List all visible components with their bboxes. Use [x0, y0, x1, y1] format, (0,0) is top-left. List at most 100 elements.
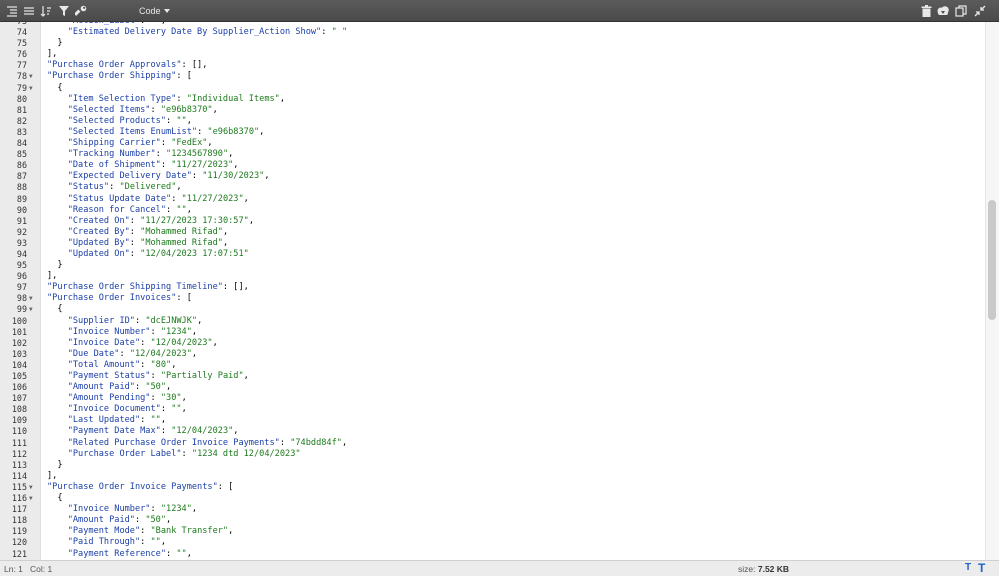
code-editor[interactable]: 73 "Action_Label": "",74 "Estimated Deli… — [0, 22, 985, 560]
cursor-line: Ln: 1 — [4, 564, 23, 574]
line-code: "Amount Paid": "50", — [67, 382, 172, 393]
line-number: 100 — [11, 315, 27, 326]
code-line[interactable]: 104 "Total Amount": "80", — [0, 360, 985, 371]
code-line[interactable]: 84 "Shipping Carrier": "FedEx", — [0, 138, 985, 149]
line-code: "Selected Items": "e96b8370", — [67, 104, 218, 115]
code-line[interactable]: 109 "Last Updated": "", — [0, 415, 985, 426]
line-number: 74 — [16, 27, 27, 38]
code-line[interactable]: 95 } — [0, 260, 985, 271]
code-line[interactable]: 93 "Updated By": "Mohammed Rifad", — [0, 238, 985, 249]
cloud-download-icon[interactable] — [935, 3, 951, 19]
code-line[interactable]: 90 "Reason for Cancel": "", — [0, 205, 985, 216]
code-line[interactable]: 98 ▼ "Purchase Order Invoices": [ — [0, 293, 985, 304]
format-icon[interactable] — [4, 3, 20, 19]
line-number: 79 — [16, 82, 27, 93]
line-code: "Created By": "Mohammed Rifad", — [67, 226, 229, 237]
fold-toggle-icon[interactable]: ▼ — [29, 293, 33, 304]
fold-toggle-icon[interactable]: ▼ — [29, 83, 33, 94]
code-line[interactable]: 79 ▼ { — [0, 83, 985, 94]
line-number: 110 — [11, 426, 27, 437]
line-number: 98 — [16, 293, 27, 304]
line-number: 81 — [16, 104, 27, 115]
code-line[interactable]: 115 ▼ "Purchase Order Invoice Payments": [ — [0, 482, 985, 493]
code-line[interactable]: 108 "Invoice Document": "", — [0, 404, 985, 415]
code-line[interactable]: 94 "Updated On": "12/04/2023 17:07:51" — [0, 249, 985, 260]
vertical-scrollbar[interactable] — [985, 22, 999, 560]
copy-icon[interactable] — [953, 3, 969, 19]
line-number: 90 — [16, 204, 27, 215]
code-line[interactable]: 113 } — [0, 460, 985, 471]
line-number: 96 — [16, 271, 27, 282]
line-number: 108 — [11, 404, 27, 415]
code-line[interactable]: 111 "Related Purchase Order Invoice Paym… — [0, 438, 985, 449]
line-number: 83 — [16, 126, 27, 137]
fold-toggle-icon[interactable]: ▼ — [29, 482, 33, 493]
code-line[interactable]: 119 "Payment Mode": "Bank Transfer", — [0, 526, 985, 537]
code-line[interactable]: 88 "Status": "Delivered", — [0, 182, 985, 193]
line-code: "Updated By": "Mohammed Rifad", — [67, 237, 229, 248]
mode-selector[interactable]: Code — [133, 3, 176, 19]
sort-icon[interactable] — [38, 3, 54, 19]
line-number: 97 — [16, 282, 27, 293]
repair-icon[interactable] — [73, 3, 89, 19]
code-line[interactable]: 86 "Date of Shipment": "11/27/2023", — [0, 160, 985, 171]
code-line[interactable]: 107 "Amount Pending": "30", — [0, 393, 985, 404]
code-line[interactable]: 81 "Selected Items": "e96b8370", — [0, 105, 985, 116]
code-line[interactable]: 85 "Tracking Number": "1234567890", — [0, 149, 985, 160]
filter-icon[interactable] — [56, 3, 72, 19]
code-line[interactable]: 96], — [0, 271, 985, 282]
line-number: 94 — [16, 248, 27, 259]
code-line[interactable]: 118 "Amount Paid": "50", — [0, 515, 985, 526]
code-line[interactable]: 116 ▼ { — [0, 493, 985, 504]
code-line[interactable]: 114], — [0, 471, 985, 482]
code-line[interactable]: 87 "Expected Delivery Date": "11/30/2023… — [0, 171, 985, 182]
chevron-down-icon — [163, 9, 170, 13]
code-line[interactable]: 77 "Purchase Order Approvals": [], — [0, 60, 985, 71]
line-number: 95 — [16, 260, 27, 271]
code-line[interactable]: 121 "Payment Reference": "", — [0, 549, 985, 560]
fold-toggle-icon[interactable]: ▼ — [29, 493, 33, 504]
line-number: 118 — [11, 515, 27, 526]
fold-toggle-icon[interactable]: ▼ — [29, 71, 33, 82]
code-line[interactable]: 97 "Purchase Order Shipping Timeline": []… — [0, 282, 985, 293]
code-line[interactable]: 92 "Created By": "Mohammed Rifad", — [0, 227, 985, 238]
code-line[interactable]: 101 "Invoice Number": "1234", — [0, 327, 985, 338]
code-line[interactable]: 78 ▼ "Purchase Order Shipping": [ — [0, 71, 985, 82]
code-line[interactable]: 112 "Purchase Order Label": "1234 dtd 12… — [0, 449, 985, 460]
scrollbar-thumb[interactable] — [988, 200, 996, 320]
code-line[interactable]: 99 ▼ { — [0, 304, 985, 315]
code-line[interactable]: 80 "Item Selection Type": "Individual It… — [0, 94, 985, 105]
toolbar: Code — [0, 0, 999, 22]
code-line[interactable]: 117 "Invoice Number": "1234", — [0, 504, 985, 515]
line-code: { — [47, 493, 63, 504]
line-code: "Due Date": "12/04/2023", — [67, 348, 198, 359]
line-code: "Total Amount": "80", — [67, 359, 177, 370]
code-line[interactable]: 105 "Payment Status": "Partially Paid", — [0, 371, 985, 382]
line-number: 91 — [16, 215, 27, 226]
line-code: "Purchase Order Invoice Payments": [ — [47, 481, 234, 492]
code-line[interactable]: 91 "Created On": "11/27/2023 17:30:57", — [0, 216, 985, 227]
code-line[interactable]: 102 "Invoice Date": "12/04/2023", — [0, 338, 985, 349]
trash-icon[interactable] — [918, 3, 934, 19]
font-size-small-icon[interactable]: T — [965, 562, 971, 573]
code-line[interactable]: 106 "Amount Paid": "50", — [0, 382, 985, 393]
code-line[interactable]: 103 "Due Date": "12/04/2023", — [0, 349, 985, 360]
fold-toggle-icon[interactable]: ▼ — [29, 304, 33, 315]
code-line[interactable]: 75 } — [0, 38, 985, 49]
collapse-icon[interactable] — [972, 3, 988, 19]
line-number: 80 — [16, 93, 27, 104]
compact-icon[interactable] — [21, 3, 37, 19]
code-line[interactable]: 120 "Paid Through": "", — [0, 537, 985, 548]
line-code: ], — [47, 49, 58, 60]
code-line[interactable]: 82 "Selected Products": "", — [0, 116, 985, 127]
line-number: 115 — [11, 481, 27, 492]
code-line[interactable]: 100 "Supplier ID": "dcEJNWJK", — [0, 316, 985, 327]
code-line[interactable]: 76], — [0, 49, 985, 60]
code-line[interactable]: 83 "Selected Items EnumList": "e96b8370"… — [0, 127, 985, 138]
line-code: "Estimated Delivery Date By Supplier_Act… — [67, 27, 348, 38]
code-line[interactable]: 89 "Status Update Date": "11/27/2023", — [0, 194, 985, 205]
font-size-large-icon[interactable]: T — [978, 561, 985, 575]
code-line[interactable]: 110 "Payment Date Max": "12/04/2023", — [0, 426, 985, 437]
code-line[interactable]: 74 "Estimated Delivery Date By Supplier_… — [0, 27, 985, 38]
line-code: } — [47, 38, 63, 49]
